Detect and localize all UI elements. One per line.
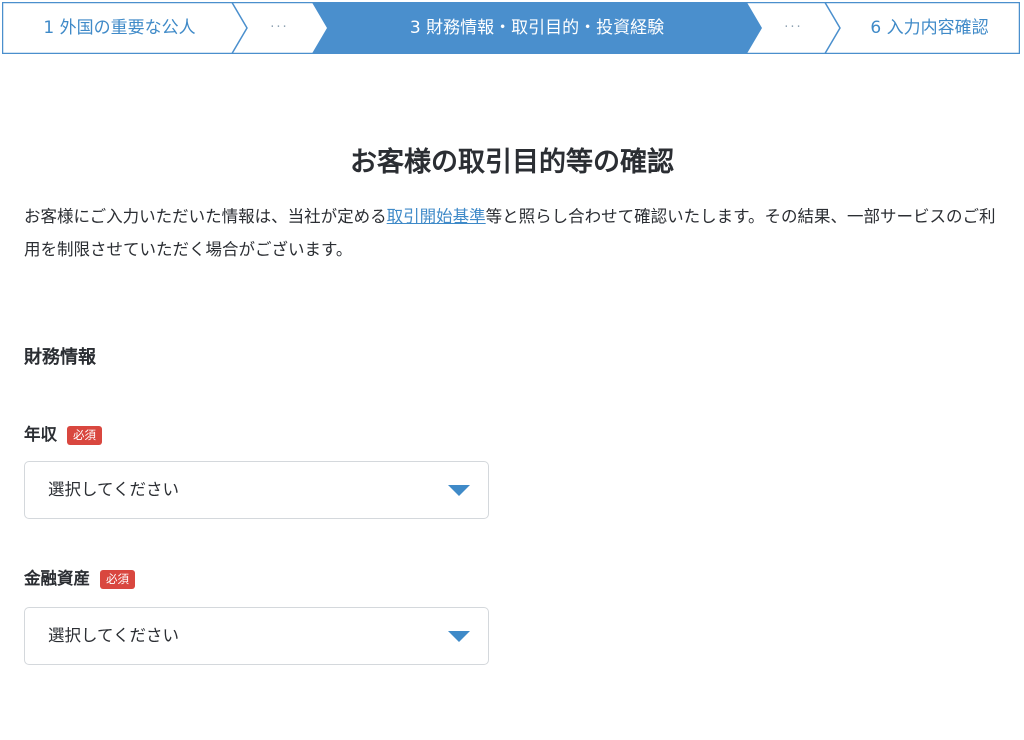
trading-criteria-link[interactable]: 取引開始基準 xyxy=(387,207,486,226)
caret-down-icon xyxy=(448,485,470,496)
required-badge: 必須 xyxy=(67,425,102,445)
annual-income-select-value: 選択してください xyxy=(48,480,180,499)
intro-text: お客様にご入力いただいた情報は、当社が定める取引開始基準等と照らし合わせて確認い… xyxy=(24,200,1000,266)
step-collapsed-2: ··· xyxy=(270,20,289,35)
caret-down-icon xyxy=(448,631,470,642)
financial-assets-select[interactable]: 選択してください xyxy=(24,607,489,665)
section-title-financial: 財務情報 xyxy=(24,347,96,368)
required-badge: 必須 xyxy=(100,569,135,589)
financial-assets-select-value: 選択してください xyxy=(48,626,180,645)
step-1: 1 外国の重要な公人 xyxy=(43,18,196,38)
annual-income-select[interactable]: 選択してください xyxy=(24,461,489,519)
step-6: 6 入力内容確認 xyxy=(870,18,989,38)
financial-assets-label-text: 金融資産 xyxy=(24,569,90,588)
intro-text-before: お客様にご入力いただいた情報は、当社が定める xyxy=(24,207,387,226)
page-title: お客様の取引目的等の確認 xyxy=(350,147,674,178)
financial-assets-label: 金融資産 必須 xyxy=(24,567,135,591)
annual-income-label: 年収 必須 xyxy=(24,423,102,447)
annual-income-label-text: 年収 xyxy=(24,425,57,444)
step-collapsed-4: ··· xyxy=(784,20,803,35)
progress-stepper: 1 外国の重要な公人 ··· 3 財務情報・取引目的・投資経験 ··· 6 入力… xyxy=(2,2,1020,54)
step-3-active: 3 財務情報・取引目的・投資経験 xyxy=(409,18,665,38)
